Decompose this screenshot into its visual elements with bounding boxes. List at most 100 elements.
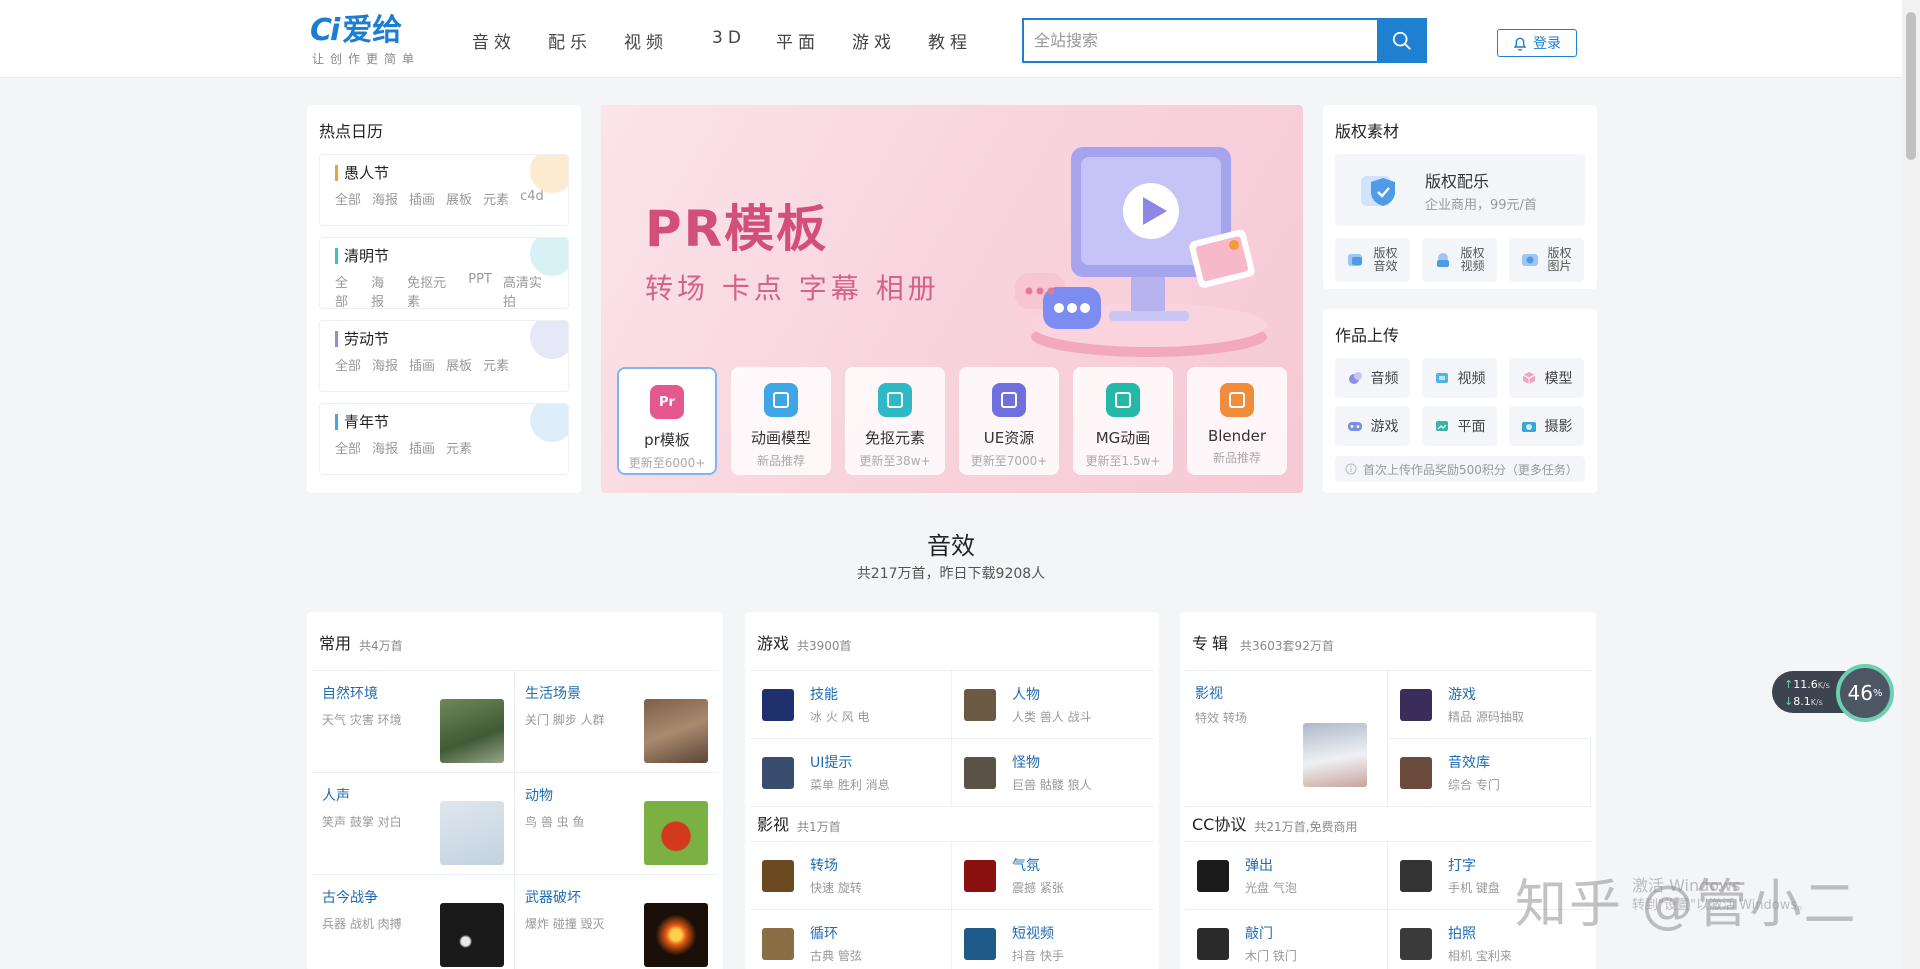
category-thumbnail[interactable] <box>1197 927 1229 960</box>
calendar-tag[interactable]: 元素 <box>446 438 472 457</box>
calendar-tag[interactable]: 插画 <box>409 438 435 457</box>
calendar-tag[interactable]: 海报 <box>372 438 398 457</box>
scrollbar-thumb[interactable] <box>1906 12 1916 160</box>
album-cell[interactable]: 音效库 综合 专门 <box>1388 739 1591 807</box>
sound-category-cell[interactable]: 循环 古典 管弦 <box>750 910 952 969</box>
calendar-tag[interactable]: 海报 <box>372 355 398 374</box>
upload-game-button[interactable]: 游戏 <box>1335 406 1410 446</box>
upload-photo-button[interactable]: 摄影 <box>1509 406 1584 446</box>
upload-video-button[interactable]: 视频 <box>1422 358 1497 398</box>
category-title[interactable]: 循环 <box>810 923 862 943</box>
calendar-item[interactable]: 清明节 全部 海报 免抠元素 PPT 高清实拍 <box>319 237 569 309</box>
calendar-item-name[interactable]: 青年节 <box>335 414 553 430</box>
copyright-music-card[interactable]: 版权配乐 企业商用，99元/首 <box>1335 154 1585 226</box>
category-thumbnail[interactable] <box>644 801 708 865</box>
album-cell[interactable]: 游戏 精品 源码抽取 <box>1388 671 1591 739</box>
calendar-item-name[interactable]: 清明节 <box>335 248 553 264</box>
upload-audio-button[interactable]: 音频 <box>1335 358 1410 398</box>
sound-category-cell[interactable]: 转场 快速 旋转 <box>750 842 952 910</box>
calendar-tag[interactable]: 海报 <box>371 272 396 308</box>
nav-music[interactable]: 配乐 <box>548 28 624 53</box>
copyright-image-button[interactable]: 版权图片 <box>1509 238 1584 282</box>
category-thumbnail[interactable] <box>440 903 504 967</box>
category-thumbnail[interactable] <box>964 859 996 892</box>
category-thumbnail[interactable] <box>964 756 996 789</box>
sound-category-cell[interactable]: 武器破坏 爆炸 碰撞 毁灭 <box>515 875 718 969</box>
page-scrollbar[interactable] <box>1902 0 1920 969</box>
calendar-tag[interactable]: 插画 <box>409 189 435 208</box>
nav-game[interactable]: 游戏 <box>852 28 928 53</box>
category-thumbnail[interactable] <box>644 903 708 967</box>
calendar-tag[interactable]: 元素 <box>483 189 509 208</box>
album-title[interactable]: 音效库 <box>1448 752 1500 772</box>
category-thumbnail[interactable] <box>964 688 996 721</box>
category-thumbnail[interactable] <box>1197 859 1229 892</box>
category-title[interactable]: 技能 <box>810 684 869 704</box>
banner-card[interactable]: Pr pr模板 更新至6000+ <box>617 367 717 475</box>
sound-category-cell[interactable]: 短视频 抖音 快手 <box>952 910 1154 969</box>
album-title[interactable]: 游戏 <box>1448 684 1524 704</box>
nav-video[interactable]: 视频 <box>624 28 700 53</box>
album-thumbnail[interactable] <box>1400 756 1432 789</box>
calendar-tag[interactable]: 全部 <box>335 438 361 457</box>
upload-reward-note[interactable]: 首次上传作品奖励500积分（更多任务） <box>1335 456 1585 482</box>
category-thumbnail[interactable] <box>1400 859 1432 892</box>
category-thumbnail[interactable] <box>644 699 708 763</box>
sound-category-cell[interactable]: 弹出 光盘 气泡 <box>1185 842 1388 910</box>
category-title[interactable]: 打字 <box>1448 855 1500 875</box>
calendar-item-name[interactable]: 劳动节 <box>335 331 553 347</box>
sound-category-cell[interactable]: 古今战争 兵器 战机 肉搏 <box>312 875 515 969</box>
sound-category-cell[interactable]: 自然环境 天气 灾害 环境 <box>312 671 515 773</box>
network-speed-widget[interactable]: ↑11.6K/s ↓8.1K/s 46% <box>1772 664 1894 722</box>
category-thumbnail[interactable] <box>440 801 504 865</box>
category-thumbnail[interactable] <box>762 688 794 721</box>
calendar-tag[interactable]: 元素 <box>483 355 509 374</box>
copyright-video-button[interactable]: 版权视频 <box>1422 238 1497 282</box>
category-title[interactable]: 人物 <box>1012 684 1092 704</box>
sound-category-cell[interactable]: 怪物 巨兽 骷髅 狼人 <box>952 739 1154 807</box>
banner-card[interactable]: 动画模型 新品推荐 <box>731 367 831 475</box>
category-title[interactable]: 敲门 <box>1245 923 1297 943</box>
calendar-tag[interactable]: 高清实拍 <box>503 272 553 308</box>
album-thumbnail[interactable] <box>1400 688 1432 721</box>
category-title[interactable]: 气氛 <box>1012 855 1064 875</box>
search-button[interactable] <box>1377 18 1427 63</box>
calendar-tag[interactable]: PPT <box>468 272 492 308</box>
nav-graphic[interactable]: 平面 <box>776 28 852 53</box>
banner-card[interactable]: MG动画 更新至1.5w+ <box>1073 367 1173 475</box>
category-title[interactable]: UI提示 <box>810 752 890 772</box>
copyright-sound-button[interactable]: 版权音效 <box>1335 238 1410 282</box>
sound-category-cell[interactable]: 人物 人类 兽人 战斗 <box>952 671 1154 739</box>
calendar-tag[interactable]: 展板 <box>446 189 472 208</box>
nav-sound[interactable]: 音效 <box>472 28 548 53</box>
sound-category-cell[interactable]: 动物鸟 兽 虫 鱼 <box>515 773 718 875</box>
banner-card[interactable]: UE资源 更新至7000+ <box>959 367 1059 475</box>
album-thumbnail[interactable] <box>1303 723 1367 787</box>
calendar-item[interactable]: 愚人节 全部 海报 插画 展板 元素 c4d <box>319 154 569 226</box>
calendar-tag[interactable]: 插画 <box>409 355 435 374</box>
calendar-item-name[interactable]: 愚人节 <box>335 165 553 181</box>
banner-card[interactable]: 免抠元素 更新至38w+ <box>845 367 945 475</box>
category-title[interactable]: 短视频 <box>1012 923 1064 943</box>
album-title[interactable]: 影视 <box>1195 683 1377 703</box>
upload-graphic-button[interactable]: 平面 <box>1422 406 1497 446</box>
category-thumbnail[interactable] <box>964 927 996 960</box>
category-thumbnail[interactable] <box>762 859 794 892</box>
calendar-item[interactable]: 青年节全部 海报 插画 元素 <box>319 403 569 475</box>
site-logo[interactable]: Ci 爱给 让创作更简单 <box>310 14 420 67</box>
sound-category-cell[interactable]: 技能冰 火 风 电 <box>750 671 952 739</box>
calendar-tag[interactable]: 免抠元素 <box>407 272 457 308</box>
category-title[interactable]: 怪物 <box>1012 752 1092 772</box>
nav-3d[interactable]: 3D <box>700 28 776 53</box>
category-title[interactable]: 弹出 <box>1245 855 1297 875</box>
login-button[interactable]: 登录 <box>1497 29 1577 57</box>
category-thumbnail[interactable] <box>762 756 794 789</box>
sound-category-cell[interactable]: 敲门 木门 铁门 <box>1185 910 1388 969</box>
nav-tutorial[interactable]: 教程 <box>928 28 1004 53</box>
calendar-tag[interactable]: c4d <box>520 189 544 208</box>
calendar-tag[interactable]: 海报 <box>372 189 398 208</box>
category-thumbnail[interactable] <box>1400 927 1432 960</box>
calendar-item[interactable]: 劳动节 全部 海报 插画 展板 元素 <box>319 320 569 392</box>
banner-card[interactable]: Blender 新品推荐 <box>1187 367 1287 475</box>
calendar-tag[interactable]: 展板 <box>446 355 472 374</box>
